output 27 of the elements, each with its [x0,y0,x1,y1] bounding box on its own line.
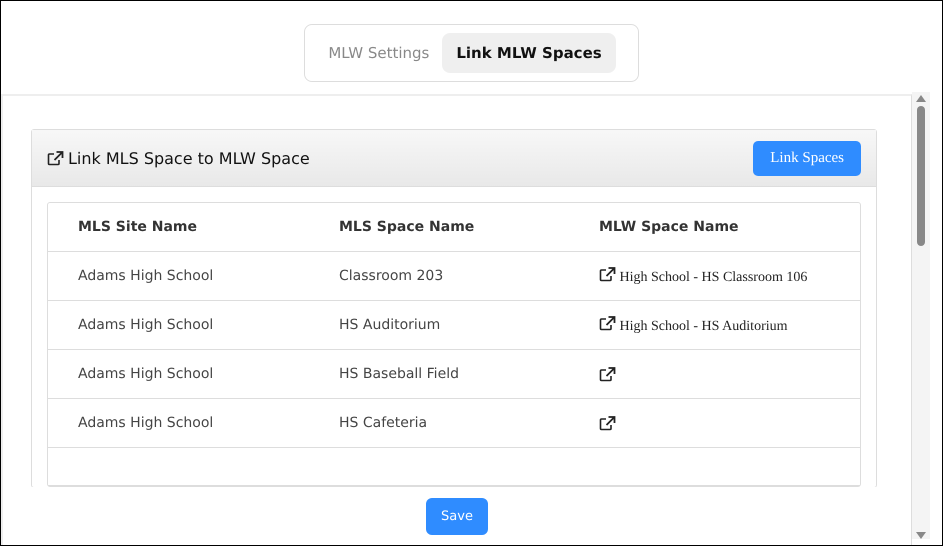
external-link-icon[interactable] [599,266,616,282]
column-header: MLW Space Name [599,219,740,235]
table-cell: High School - HS Auditorium [599,316,819,334]
table-cell-text: Adams High School [78,415,214,431]
table-cell-text: Adams High School [78,317,214,333]
external-link-icon[interactable] [47,150,64,166]
column-header: MLS Space Name [339,219,476,235]
scrollbar[interactable] [912,92,930,539]
table-cell: High School - HS Classroom 106 [599,266,819,286]
tab[interactable]: MLW Settings [319,33,438,73]
column-header: MLS Site Name [78,219,198,235]
scroll-up-icon[interactable] [916,95,926,102]
link-spaces-button[interactable]: Link Spaces [753,140,861,176]
table-cell-text: Adams High School [78,366,214,382]
external-link-icon[interactable] [599,366,616,382]
table-cell-text: Classroom 203 [339,268,444,284]
external-link-icon[interactable] [599,316,616,331]
card-title: Link MLS Space to MLW Space [68,148,310,168]
tab[interactable]: Link MLW Spaces [442,33,616,73]
table-cell-text: HS Auditorium [339,317,442,333]
table-cell-text: HS Cafeteria [339,415,428,431]
scroll-thumb[interactable] [917,106,925,246]
scroll-down-icon[interactable] [916,532,926,539]
table-cell-text: Adams High School [78,268,214,284]
external-link-icon[interactable] [599,416,616,430]
save-button[interactable]: Save [426,498,488,534]
table-cell-text: HS Baseball Field [339,366,460,382]
